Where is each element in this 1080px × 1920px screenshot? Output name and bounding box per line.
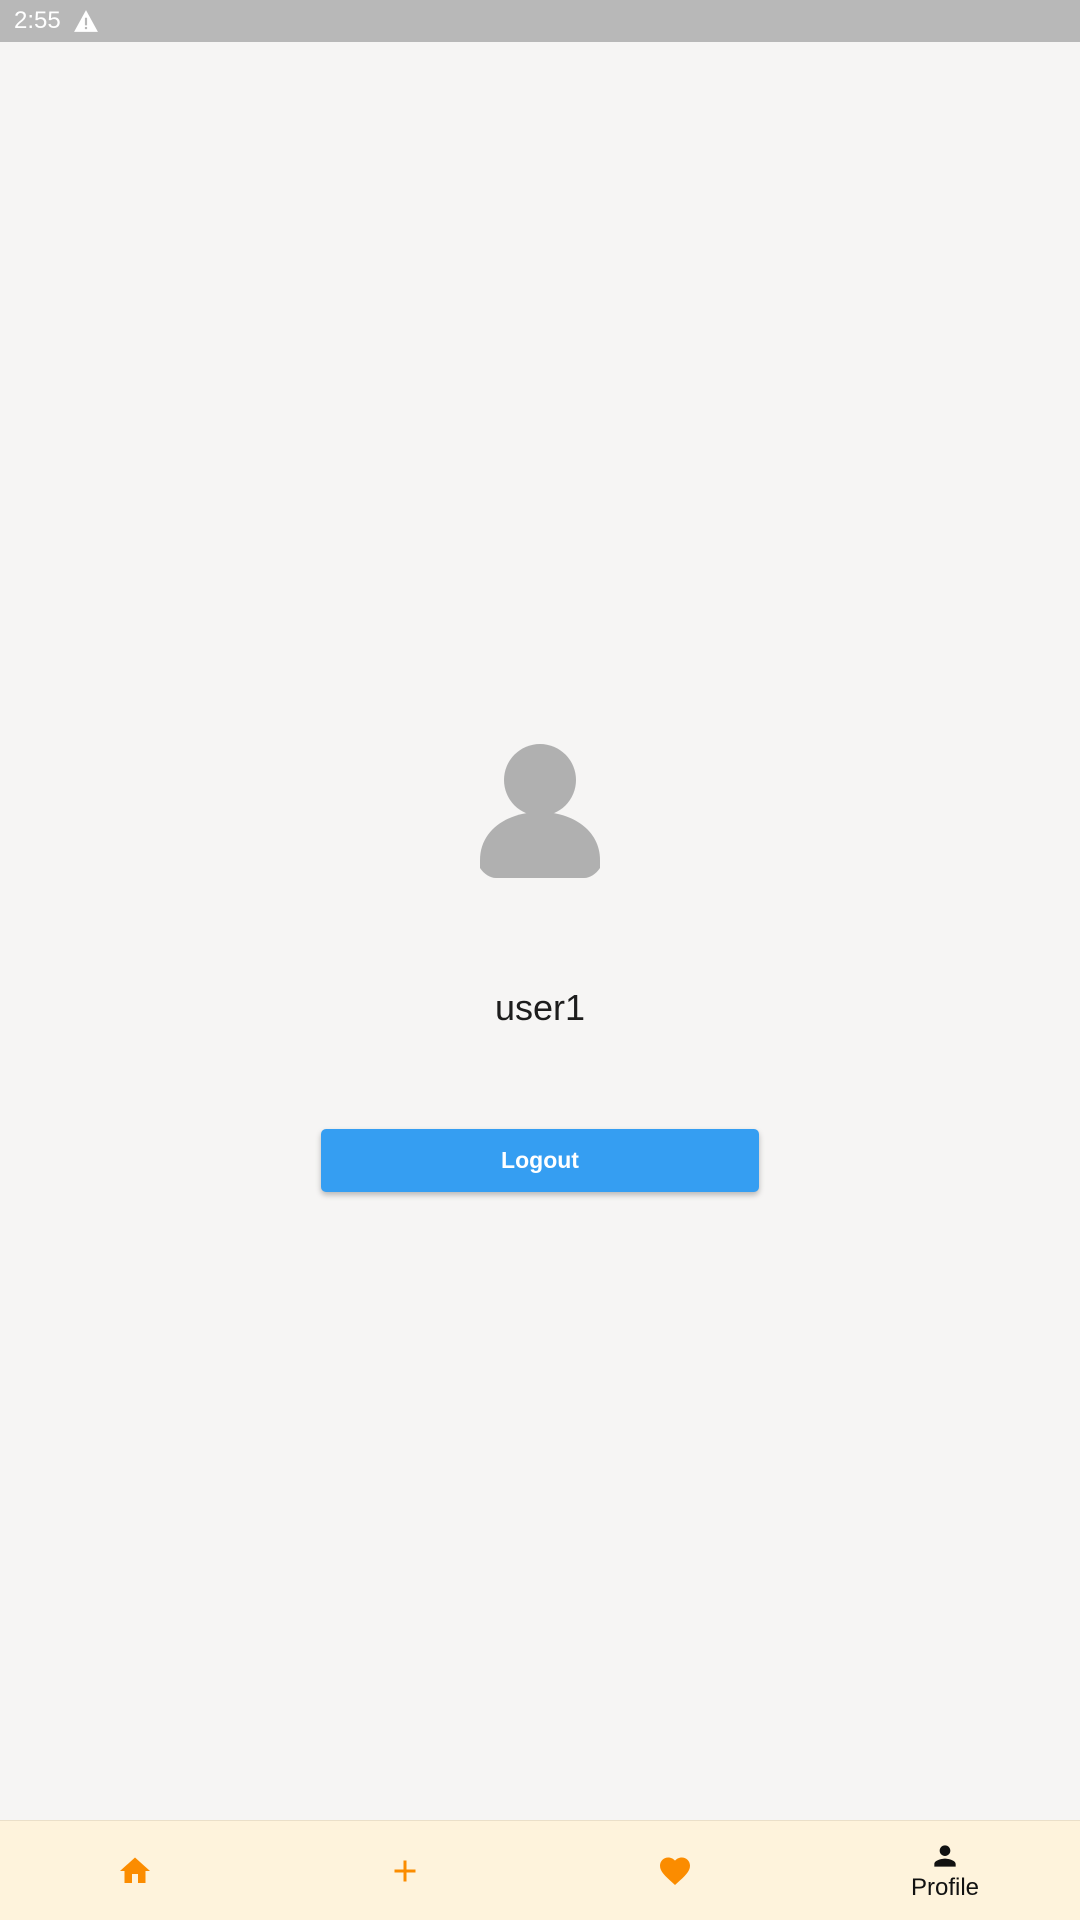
- person-icon: [480, 744, 600, 878]
- nav-item-favorites[interactable]: [540, 1821, 810, 1920]
- person-icon: [934, 1844, 956, 1867]
- warning-icon: [73, 10, 98, 32]
- status-time: 2:55: [14, 7, 61, 34]
- nav-item-home[interactable]: [0, 1821, 270, 1920]
- nav-item-add[interactable]: [270, 1821, 540, 1920]
- bottom-navigation: Profile: [0, 1820, 1080, 1920]
- plus-icon: [394, 1860, 416, 1881]
- avatar: [468, 702, 612, 902]
- nav-label-profile: Profile: [910, 1873, 980, 1901]
- profile-screen: user1 Logout: [0, 42, 1080, 1820]
- heart-icon: [660, 1857, 690, 1885]
- username: user1: [494, 987, 586, 1028]
- status-bar: 2:55: [0, 0, 1080, 42]
- logout-button[interactable]: Logout: [321, 1129, 759, 1192]
- nav-item-profile[interactable]: Profile: [810, 1821, 1080, 1920]
- home-icon: [120, 1857, 150, 1883]
